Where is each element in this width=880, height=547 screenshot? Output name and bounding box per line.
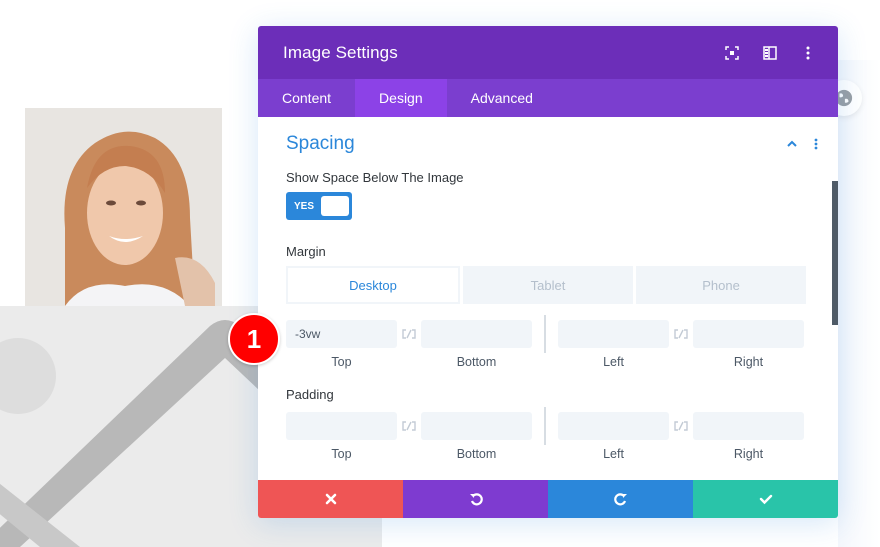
margin-top-input[interactable]: [286, 320, 397, 348]
toggle-label: YES: [294, 200, 315, 212]
link-icon: [402, 329, 416, 339]
margin-fields: Top Bottom Left: [286, 315, 806, 369]
modal-body: Spacing Show Space Below The Image YES M…: [258, 117, 838, 480]
device-tab-phone[interactable]: Phone: [636, 266, 806, 304]
step-badge: 1: [228, 313, 280, 365]
device-tab-tablet[interactable]: Tablet: [463, 266, 633, 304]
margin-right-input[interactable]: [693, 320, 804, 348]
divider: [544, 315, 546, 353]
divider: [544, 407, 546, 445]
tab-content[interactable]: Content: [258, 79, 355, 117]
padding-left-label: Left: [603, 447, 624, 461]
page: Image Settings Content Design Advanced S…: [0, 0, 880, 547]
link-icon: [674, 329, 688, 339]
margin-bottom-input[interactable]: [421, 320, 532, 348]
padding-right-label: Right: [733, 447, 764, 461]
margin-bottom-label: Bottom: [456, 355, 497, 369]
device-tab-desktop[interactable]: Desktop: [286, 266, 460, 304]
expand-icon: [725, 45, 739, 60]
split-view-icon: [763, 45, 777, 60]
padding-left-input[interactable]: [558, 412, 669, 440]
builder-sidebar-bg: [838, 60, 880, 547]
padding-fields: Top Bottom Left Right: [286, 407, 806, 461]
show-space-label: Show Space Below The Image: [286, 170, 464, 185]
margin-top-label: Top: [331, 355, 352, 369]
margin-label: Margin: [286, 244, 326, 259]
redo-icon: [613, 493, 627, 506]
more-icon: [806, 46, 810, 59]
undo-button[interactable]: [403, 480, 548, 518]
chevron-up-icon[interactable]: [786, 138, 798, 150]
link-left-right-button[interactable]: [669, 320, 693, 348]
modal-header: Image Settings: [258, 26, 838, 79]
padding-bottom-input[interactable]: [421, 412, 532, 440]
section-title: Spacing: [286, 132, 355, 154]
cancel-button[interactable]: [258, 480, 403, 518]
margin-right-label: Right: [733, 355, 764, 369]
modal-tabs: Content Design Advanced: [258, 79, 838, 117]
toggle-knob: [321, 196, 349, 216]
modal-title: Image Settings: [283, 42, 398, 62]
tab-advanced[interactable]: Advanced: [447, 79, 557, 117]
device-tabs: Desktop Tablet Phone: [286, 266, 806, 304]
margin-left-label: Left: [603, 355, 624, 369]
padding-label: Padding: [286, 387, 334, 402]
split-view-button[interactable]: [761, 44, 779, 62]
link-icon: [402, 421, 416, 431]
show-space-toggle[interactable]: YES: [286, 192, 352, 220]
redo-button[interactable]: [548, 480, 693, 518]
modal-footer: [258, 480, 838, 518]
padding-top-label: Top: [331, 447, 352, 461]
link-left-right-button[interactable]: [669, 412, 693, 440]
save-button[interactable]: [693, 480, 838, 518]
link-top-bottom-button[interactable]: [397, 320, 421, 348]
scrollbar[interactable]: [832, 181, 838, 325]
padding-right-input[interactable]: [693, 412, 804, 440]
section-header[interactable]: Spacing: [286, 117, 818, 170]
more-options-button[interactable]: [799, 44, 817, 62]
expand-button[interactable]: [723, 44, 741, 62]
undo-icon: [469, 493, 483, 506]
padding-top-input[interactable]: [286, 412, 397, 440]
link-icon: [674, 421, 688, 431]
image-settings-modal: Image Settings Content Design Advanced S…: [258, 26, 838, 518]
close-icon: [325, 493, 336, 505]
check-icon: [759, 494, 772, 505]
profile-photo: [25, 108, 222, 306]
tab-design[interactable]: Design: [355, 79, 447, 117]
more-icon[interactable]: [810, 138, 822, 150]
link-top-bottom-button[interactable]: [397, 412, 421, 440]
padding-bottom-label: Bottom: [456, 447, 497, 461]
margin-left-input[interactable]: [558, 320, 669, 348]
